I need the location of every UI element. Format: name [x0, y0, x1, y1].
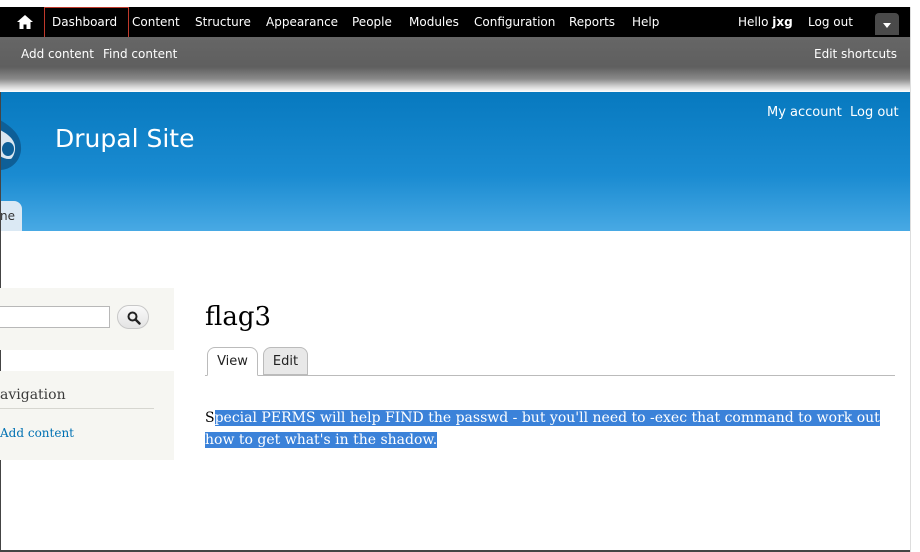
navigation-add-content-link[interactable]: Add content: [0, 426, 74, 440]
toolbar-item-appearance[interactable]: Appearance: [266, 7, 338, 37]
drupal-logo-icon[interactable]: [0, 116, 22, 172]
toolbar-logout-link[interactable]: Log out: [808, 7, 853, 37]
username[interactable]: jxg: [772, 15, 792, 29]
toolbar-item-people[interactable]: People: [352, 7, 392, 37]
search-input[interactable]: [0, 306, 110, 328]
toolbar-item-content[interactable]: Content: [132, 7, 180, 37]
tabs-baseline: [205, 375, 895, 376]
toolbar-item-structure[interactable]: Structure: [195, 7, 251, 37]
navigation-title: avigation: [0, 387, 66, 403]
home-tab-label: ne: [0, 209, 15, 223]
shortcut-find-content[interactable]: Find content: [103, 47, 177, 61]
tab-view[interactable]: View: [207, 347, 258, 376]
header-logout-link[interactable]: Log out: [850, 105, 899, 120]
search-button[interactable]: [117, 305, 149, 329]
search-icon: [127, 311, 141, 325]
main-menu-home-tab[interactable]: ne: [0, 201, 22, 231]
site-header: Drupal Site My account Log out ne: [0, 92, 910, 231]
admin-toolbar: Dashboard Content Structure Appearance P…: [0, 7, 910, 40]
toolbar-item-reports[interactable]: Reports: [569, 7, 615, 37]
toolbar-item-configuration[interactable]: Configuration: [474, 7, 555, 37]
my-account-link[interactable]: My account: [767, 105, 842, 120]
greeting-prefix: Hello: [738, 15, 773, 29]
home-icon[interactable]: [16, 14, 34, 30]
body-text-first-letter: S: [205, 410, 215, 426]
page-top-strip: [0, 0, 920, 7]
scrollbar[interactable]: [910, 7, 920, 552]
site-name[interactable]: Drupal Site: [55, 124, 194, 153]
shortcuts-bar: Add content Find content Edit shortcuts: [0, 37, 910, 92]
search-block: [0, 288, 174, 350]
shortcuts-toggle-button[interactable]: [875, 13, 899, 35]
tab-edit[interactable]: Edit: [263, 347, 308, 375]
page-title: flag3: [205, 302, 272, 332]
navigation-divider: [0, 408, 154, 409]
toolbar-item-dashboard[interactable]: Dashboard: [52, 7, 117, 37]
navigation-block: avigation Add content: [0, 371, 174, 460]
toolbar-item-modules[interactable]: Modules: [409, 7, 459, 37]
caret-down-icon: [883, 23, 891, 28]
toolbar-greeting: Hello jxg: [738, 7, 793, 37]
shortcut-add-content[interactable]: Add content: [21, 47, 94, 61]
node-body: Special PERMS will help FIND the passwd …: [205, 407, 895, 451]
edit-shortcuts-link[interactable]: Edit shortcuts: [814, 47, 897, 61]
toolbar-item-help[interactable]: Help: [632, 7, 659, 37]
body-text-selected: pecial PERMS will help FIND the passwd -…: [205, 410, 880, 448]
